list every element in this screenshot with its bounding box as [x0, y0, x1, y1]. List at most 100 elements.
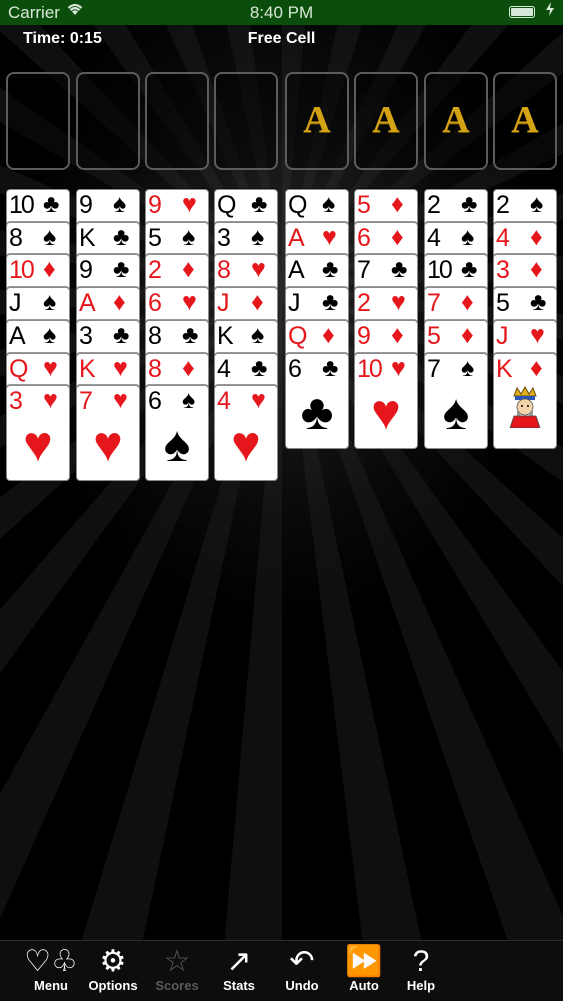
game-header: Time: 0:15 Free Cell	[0, 28, 563, 50]
toolbar-label: Auto	[349, 978, 379, 993]
clubs-suit-icon: ♣	[530, 288, 547, 317]
free-cell-2[interactable]	[76, 72, 140, 170]
hearts-suit-icon: ♥	[182, 288, 197, 317]
spades-suit-icon: ♠	[322, 190, 336, 218]
card-rank: J	[496, 321, 508, 350]
foundation-3[interactable]: A	[424, 72, 488, 170]
spades-suit-icon: ♠	[182, 222, 196, 251]
card-rank: K	[79, 354, 96, 383]
hearts-suit-icon: ♥	[43, 353, 58, 382]
card-rank: 10	[9, 191, 35, 219]
hearts-suit-icon: ♥	[113, 386, 128, 415]
foundation-4[interactable]: A	[493, 72, 557, 170]
clubs-suit-icon: ♣	[461, 255, 478, 284]
card-rank: A	[79, 289, 96, 318]
free-cell-4[interactable]	[214, 72, 278, 170]
diamonds-suit-icon: ♦	[391, 320, 404, 349]
card-rank: 8	[148, 354, 162, 383]
clubs-suit-icon: ♣	[182, 320, 199, 349]
card-rank: 4	[217, 354, 231, 383]
toolbar-label: Undo	[285, 978, 319, 993]
diamonds-suit-icon: ♦	[43, 255, 56, 284]
clubs-suit-icon: ♣	[322, 255, 339, 284]
card-rank: 9	[148, 191, 162, 219]
playing-card[interactable]: 10 ♥ ♥	[354, 352, 418, 449]
fast-forward-icon: ⏩	[345, 945, 383, 978]
scores-button[interactable]: ☆ Scores	[147, 943, 207, 993]
card-rank: 7	[427, 354, 441, 383]
card-rank: 9	[79, 191, 93, 219]
hearts-suit-icon: ♥	[322, 222, 337, 251]
diamonds-suit-icon: ♦	[322, 320, 335, 349]
hearts-pip-icon: ♥	[93, 416, 123, 473]
charging-bolt-icon	[545, 1, 555, 22]
hearts-pip-icon: ♥	[23, 416, 53, 473]
diamonds-suit-icon: ♦	[461, 288, 474, 317]
card-rank: 8	[148, 321, 162, 350]
spades-suit-icon: ♠	[530, 190, 544, 218]
toolbar-label: Scores	[155, 978, 199, 993]
stats-graph-icon: ↗	[226, 945, 252, 978]
foundation-ace-label: A	[442, 99, 470, 141]
diamonds-suit-icon: ♦	[530, 353, 543, 382]
foundation-2[interactable]: A	[354, 72, 418, 170]
foundation-1[interactable]: A	[285, 72, 349, 170]
clubs-suit-icon: ♣	[322, 353, 339, 382]
playing-card[interactable]: 7 ♠ ♠	[424, 352, 488, 449]
spades-pip-icon: ♠	[442, 383, 470, 440]
star-icon: ☆	[163, 945, 191, 978]
card-rank: 2	[427, 191, 441, 219]
card-rank: J	[217, 289, 229, 318]
diamonds-suit-icon: ♦	[251, 288, 264, 317]
diamonds-suit-icon: ♦	[113, 288, 126, 317]
hearts-suit-icon: ♥	[530, 320, 545, 349]
hearts-pip-icon: ♥	[371, 383, 401, 440]
clubs-suit-icon: ♣	[251, 190, 268, 218]
diamonds-suit-icon: ♦	[391, 222, 404, 251]
playing-card[interactable]: 3 ♥ ♥	[6, 385, 70, 482]
hearts-suit-icon: ♥	[43, 386, 58, 415]
help-button[interactable]: ? Help	[391, 943, 451, 993]
card-rank: J	[288, 289, 300, 318]
free-cell-1[interactable]	[6, 72, 70, 170]
card-suits-icon: ♡♧	[24, 945, 78, 978]
options-button[interactable]: ⚙ Options	[83, 943, 143, 993]
spades-suit-icon: ♠	[43, 320, 57, 349]
undo-button[interactable]: ↶ Undo	[272, 943, 332, 993]
card-rank: Q	[9, 354, 29, 383]
king-face-icon	[506, 385, 544, 428]
hearts-suit-icon: ♥	[182, 190, 197, 218]
stats-button[interactable]: ↗ Stats	[209, 943, 269, 993]
hearts-suit-icon: ♥	[113, 353, 128, 382]
card-rank: 2	[496, 191, 510, 219]
clubs-suit-icon: ♣	[461, 190, 478, 218]
card-rank: 7	[427, 289, 441, 318]
card-rank: 9	[357, 321, 371, 350]
card-rank: 4	[496, 223, 510, 252]
card-rank: 3	[9, 387, 23, 416]
hearts-suit-icon: ♥	[251, 386, 266, 415]
toolbar-label: Stats	[223, 978, 255, 993]
playing-card[interactable]: K ♦	[493, 352, 557, 449]
card-rank: 10	[9, 256, 35, 285]
clubs-pip-icon: ♣	[300, 383, 334, 440]
spades-suit-icon: ♠	[461, 222, 475, 251]
playing-card[interactable]: 6 ♠ ♠	[145, 385, 209, 482]
menu-button[interactable]: ♡♧ Menu	[21, 943, 81, 993]
playing-card[interactable]: 4 ♥ ♥	[214, 385, 278, 482]
card-rank: Q	[288, 191, 308, 219]
foundation-ace-label: A	[511, 99, 539, 141]
free-cell-3[interactable]	[145, 72, 209, 170]
card-rank: 7	[357, 256, 371, 285]
status-time: 8:40 PM	[249, 3, 314, 22]
spades-suit-icon: ♠	[43, 222, 57, 251]
spades-suit-icon: ♠	[251, 320, 265, 349]
auto-button[interactable]: ⏩ Auto	[334, 943, 394, 993]
card-rank: 7	[79, 387, 93, 416]
playing-card[interactable]: 7 ♥ ♥	[76, 385, 140, 482]
playing-card[interactable]: 6 ♣ ♣	[285, 352, 349, 449]
card-rank: 3	[217, 223, 231, 252]
card-rank: 6	[148, 387, 162, 416]
card-rank: A	[9, 321, 26, 350]
spades-suit-icon: ♠	[182, 386, 196, 415]
